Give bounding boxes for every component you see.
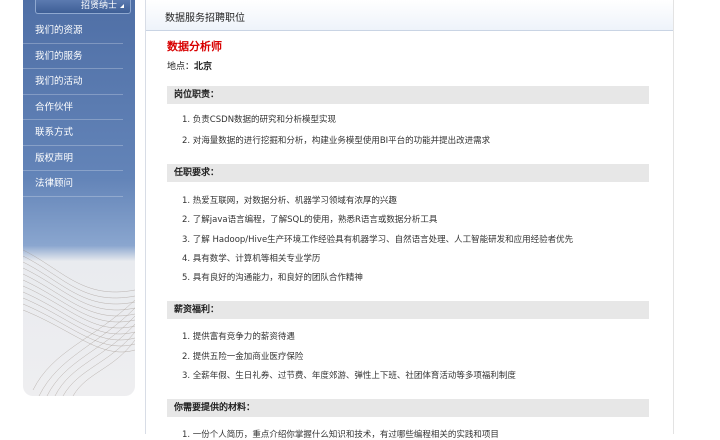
sidebar: 招贤纳士 我们的资源 我们的服务 我们的活动 合作伙伴 联系方式 版权声明 法律… — [23, 0, 135, 396]
list-item: 2. 提供五险一金加商业医疗保险 — [182, 352, 304, 362]
section-heading-requirements: 任职要求： — [167, 164, 649, 182]
sidebar-item-contact[interactable]: 联系方式 — [23, 120, 123, 146]
page-title: 数据服务招聘职位 — [165, 13, 245, 24]
sidebar-item-resources[interactable]: 我们的资源 — [23, 18, 123, 44]
sidebar-tab-label: 招贤纳士 — [80, 1, 117, 11]
sidebar-item-copyright[interactable]: 版权声明 — [23, 146, 123, 171]
location-label: 地点： — [167, 62, 195, 72]
list-item: 1. 一份个人简历，重点介绍你掌握什么知识和技术，有过哪些编程相关的实践和项目 — [182, 430, 499, 440]
section-heading-benefits: 薪资福利： — [167, 301, 649, 319]
list-item: 1. 负责CSDN数据的研究和分析模型实现 — [182, 115, 337, 125]
section-heading-materials: 你需要提供的材料： — [167, 399, 649, 417]
list-item: 3. 了解 Hadoop/Hive生产环境工作经验具有机器学习、自然语言处理、人… — [182, 235, 574, 245]
sidebar-item-partners[interactable]: 合作伙伴 — [23, 95, 123, 120]
section-heading-responsibilities: 岗位职责： — [167, 86, 649, 104]
sidebar-item-services[interactable]: 我们的服务 — [23, 44, 123, 69]
sidebar-item-activities[interactable]: 我们的活动 — [23, 69, 123, 95]
list-item: 1. 提供富有竞争力的薪资待遇 — [182, 332, 295, 342]
list-item: 2. 对海量数据的进行挖掘和分析，构建业务模型使用BI平台的功能并提出改进需求 — [182, 136, 491, 146]
list-item: 1. 热爱互联网，对数据分析、机器学习领域有浓厚的兴趣 — [182, 196, 397, 206]
sidebar-item-legal[interactable]: 法律顾问 — [23, 171, 123, 197]
decorative-wave-graphic — [23, 249, 135, 396]
job-title: 数据分析师 — [167, 40, 222, 53]
corner-triangle-icon — [120, 4, 124, 8]
content-header: 数据服务招聘职位 — [146, 0, 673, 31]
sidebar-menu: 我们的资源 我们的服务 我们的活动 合作伙伴 联系方式 版权声明 法律顾问 — [23, 18, 135, 197]
main-content: 数据服务招聘职位 数据分析师 地点：北京 岗位职责： 1. 负责CSDN数据的研… — [145, 0, 674, 440]
location-value: 北京 — [194, 62, 213, 72]
job-location: 地点：北京 — [167, 59, 212, 72]
list-item: 3. 全薪年假、生日礼券、过节费、年度郊游、弹性上下班、社团体育活动等多项福利制… — [182, 371, 516, 381]
sidebar-tab-recruiting[interactable]: 招贤纳士 — [35, 0, 131, 14]
list-item: 2. 了解java语言编程，了解SQL的使用，熟悉R语言或数据分析工具 — [182, 215, 438, 225]
list-item: 5. 具有良好的沟通能力，和良好的团队合作精神 — [182, 273, 363, 283]
list-item: 4. 具有数学、计算机等相关专业学历 — [182, 254, 321, 264]
